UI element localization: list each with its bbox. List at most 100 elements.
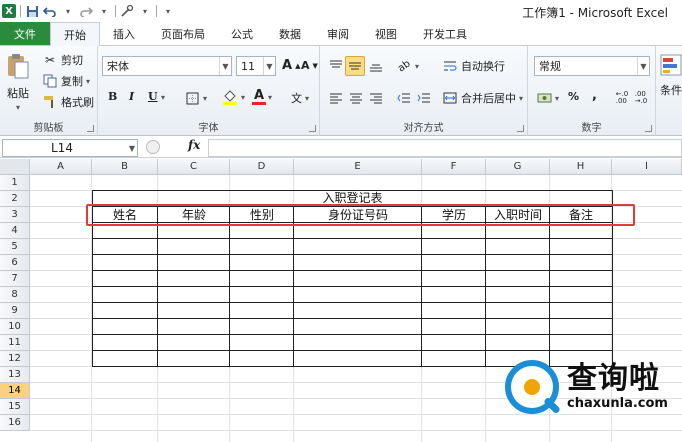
column-header-a[interactable]: A [30, 159, 92, 175]
formula-cancel-icon[interactable] [146, 140, 160, 154]
decrease-indent-button[interactable] [396, 90, 412, 106]
tab-insert[interactable]: 插入 [100, 22, 148, 45]
row-header-9[interactable]: 9 [0, 303, 30, 319]
row-header-8[interactable]: 8 [0, 287, 30, 303]
row-header-16[interactable]: 16 [0, 415, 30, 431]
conditional-formatting-button[interactable]: 条件 [660, 54, 682, 98]
tab-view[interactable]: 视图 [362, 22, 410, 45]
borders-button[interactable]: ▾ [184, 90, 207, 106]
grow-font-button[interactable]: A ▲ [282, 58, 300, 73]
font-launcher-icon[interactable] [309, 125, 316, 132]
column-header-e[interactable]: E [294, 159, 422, 175]
row-header-4[interactable]: 4 [0, 223, 30, 239]
alignment-group-label: 对齐方式 [403, 123, 444, 134]
row-header-1[interactable]: 1 [0, 175, 30, 191]
comma-style-button[interactable]: , [592, 88, 597, 103]
row-header-5[interactable]: 5 [0, 239, 30, 255]
shrink-font-button[interactable]: A ▼ [301, 59, 318, 72]
tab-file[interactable]: 文件 [0, 22, 50, 45]
phonetic-button[interactable]: 文 ▾ [291, 90, 309, 106]
row-header-13[interactable]: 13 [0, 367, 30, 383]
underline-button[interactable]: U [148, 90, 158, 103]
font-color-button[interactable]: A [252, 89, 266, 105]
paste-label: 粘贴 [7, 87, 29, 100]
merge-center-button[interactable]: 合并后居中 ▾ [442, 90, 523, 106]
row-header-2[interactable]: 2 [0, 191, 30, 207]
number-group-label: 数字 [581, 123, 602, 134]
tab-formulas[interactable]: 公式 [218, 22, 266, 45]
format-painter-button[interactable]: 格式刷 [42, 94, 94, 110]
ribbon-tabs: 文件 开始 插入 页面布局 公式 数据 审阅 视图 开发工具 [0, 22, 682, 46]
clipboard-launcher-icon[interactable] [87, 125, 94, 132]
align-right-icon [368, 90, 384, 106]
chevron-down-icon: ▾ [305, 93, 310, 103]
align-right-button[interactable] [368, 90, 384, 106]
currency-icon [536, 90, 552, 106]
cut-button[interactable]: ✂ 剪切 [42, 52, 83, 68]
row-header-11[interactable]: 11 [0, 335, 30, 351]
font-name-combo[interactable]: 宋体 ▼ [102, 56, 232, 76]
column-header-c[interactable]: C [158, 159, 230, 175]
customize-tool-icon[interactable] [120, 4, 134, 18]
increase-indent-button[interactable] [416, 90, 432, 106]
insert-function-icon[interactable]: fx [188, 138, 200, 152]
paste-dropdown-icon: ▾ [15, 103, 20, 112]
window-title: 工作簿1 - Microsoft Excel [522, 6, 668, 20]
decrease-decimal-button[interactable]: .00 →.0 [633, 90, 649, 106]
qat-customize-dropdown-icon[interactable]: ▾ [138, 4, 152, 18]
redo-dropdown-icon[interactable]: ▾ [97, 4, 111, 18]
font-size-value: 11 [241, 59, 255, 73]
column-header-f[interactable]: F [422, 159, 486, 175]
tab-page-layout[interactable]: 页面布局 [148, 22, 218, 45]
wrap-text-button[interactable]: 自动换行 [442, 58, 505, 74]
number-launcher-icon[interactable] [645, 125, 652, 132]
align-top-button[interactable] [328, 58, 344, 74]
accounting-format-button[interactable]: ▾ [536, 90, 559, 106]
number-format-combo[interactable]: 常规 ▼ [534, 56, 650, 76]
row-header-7[interactable]: 7 [0, 271, 30, 287]
align-center-button[interactable] [348, 90, 364, 106]
undo-dropdown-icon[interactable]: ▾ [61, 4, 75, 18]
copy-button[interactable]: 复制 ▾ [42, 73, 90, 89]
save-icon[interactable] [25, 4, 39, 18]
redo-icon[interactable] [79, 4, 93, 18]
column-header-d[interactable]: D [230, 159, 294, 175]
row-header-12[interactable]: 12 [0, 351, 30, 367]
column-header-b[interactable]: B [92, 159, 158, 175]
styles-group: 条件 [656, 46, 682, 136]
tab-data[interactable]: 数据 [266, 22, 314, 45]
tab-home[interactable]: 开始 [50, 22, 100, 46]
column-header-g[interactable]: G [486, 159, 550, 175]
orientation-button[interactable]: ab ▾ [396, 58, 419, 74]
qat-more-icon[interactable]: ▾ [161, 4, 175, 18]
row-header-14[interactable]: 14 [0, 383, 30, 399]
tab-developer[interactable]: 开发工具 [410, 22, 480, 45]
font-color-dropdown-icon[interactable]: ▾ [268, 93, 272, 102]
formula-input[interactable] [208, 139, 682, 157]
name-box[interactable]: L14 ▼ [2, 139, 138, 157]
align-left-button[interactable] [328, 90, 344, 106]
underline-dropdown-icon[interactable]: ▾ [161, 93, 165, 102]
undo-icon[interactable] [43, 4, 57, 18]
tab-review[interactable]: 审阅 [314, 22, 362, 45]
select-all-corner[interactable] [0, 159, 30, 175]
row-header-10[interactable]: 10 [0, 319, 30, 335]
row-header-15[interactable]: 15 [0, 399, 30, 415]
chevron-down-icon: ▼ [263, 57, 275, 75]
align-middle-button[interactable] [345, 56, 365, 76]
align-bottom-button[interactable] [368, 58, 384, 74]
bold-button[interactable]: B [108, 90, 117, 103]
qat-separator [156, 5, 157, 17]
increase-decimal-button[interactable]: ←.0.00 [614, 90, 630, 106]
italic-button[interactable]: I [129, 90, 134, 103]
column-header-h[interactable]: H [550, 159, 612, 175]
text-orientation-icon: ab [395, 57, 413, 75]
font-size-combo[interactable]: 11 ▼ [236, 56, 276, 76]
fill-color-button[interactable]: ▾ [222, 89, 245, 105]
paste-button[interactable]: 粘贴 ▾ [6, 52, 30, 112]
alignment-launcher-icon[interactable] [517, 125, 524, 132]
row-header-6[interactable]: 6 [0, 255, 30, 271]
row-header-3[interactable]: 3 [0, 207, 30, 223]
percent-style-button[interactable]: % [568, 90, 579, 103]
column-header-i[interactable]: I [612, 159, 682, 175]
